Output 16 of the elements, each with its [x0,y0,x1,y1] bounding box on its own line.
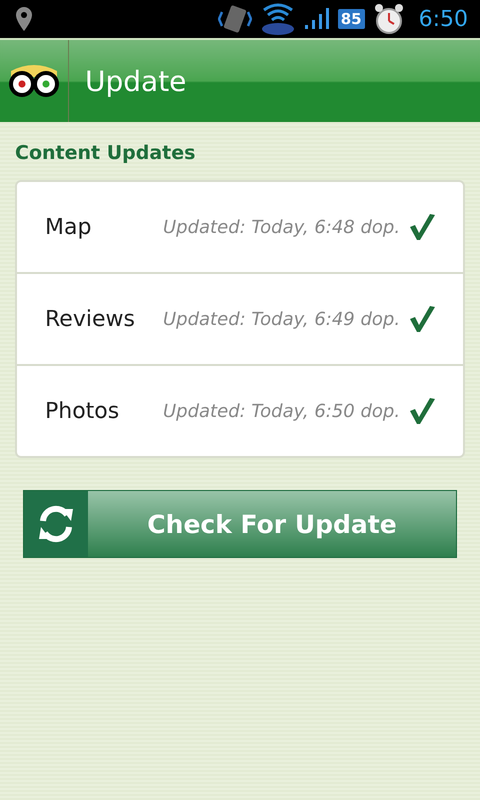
update-status: Updated: Today, 6:48 dop. [163,216,402,238]
content-name: Photos [45,398,120,424]
clock-time: 6:50 [418,6,468,32]
section-title: Content Updates [15,142,196,164]
vibrate-icon [218,4,252,34]
signal-icon [304,7,330,31]
screen-title: Update [85,64,186,98]
content-name: Reviews [45,306,136,332]
update-status: Updated: Today, 6:49 dop. [163,308,402,330]
update-status: Updated: Today, 6:50 dop. [163,400,402,422]
content-name: Map [45,214,92,240]
check-update-button[interactable]: Check For Update [23,490,457,558]
wifi-icon [260,2,296,36]
alarm-clock-icon [372,2,405,36]
battery-level: 85 [338,9,365,29]
location-pin-icon [14,6,34,32]
